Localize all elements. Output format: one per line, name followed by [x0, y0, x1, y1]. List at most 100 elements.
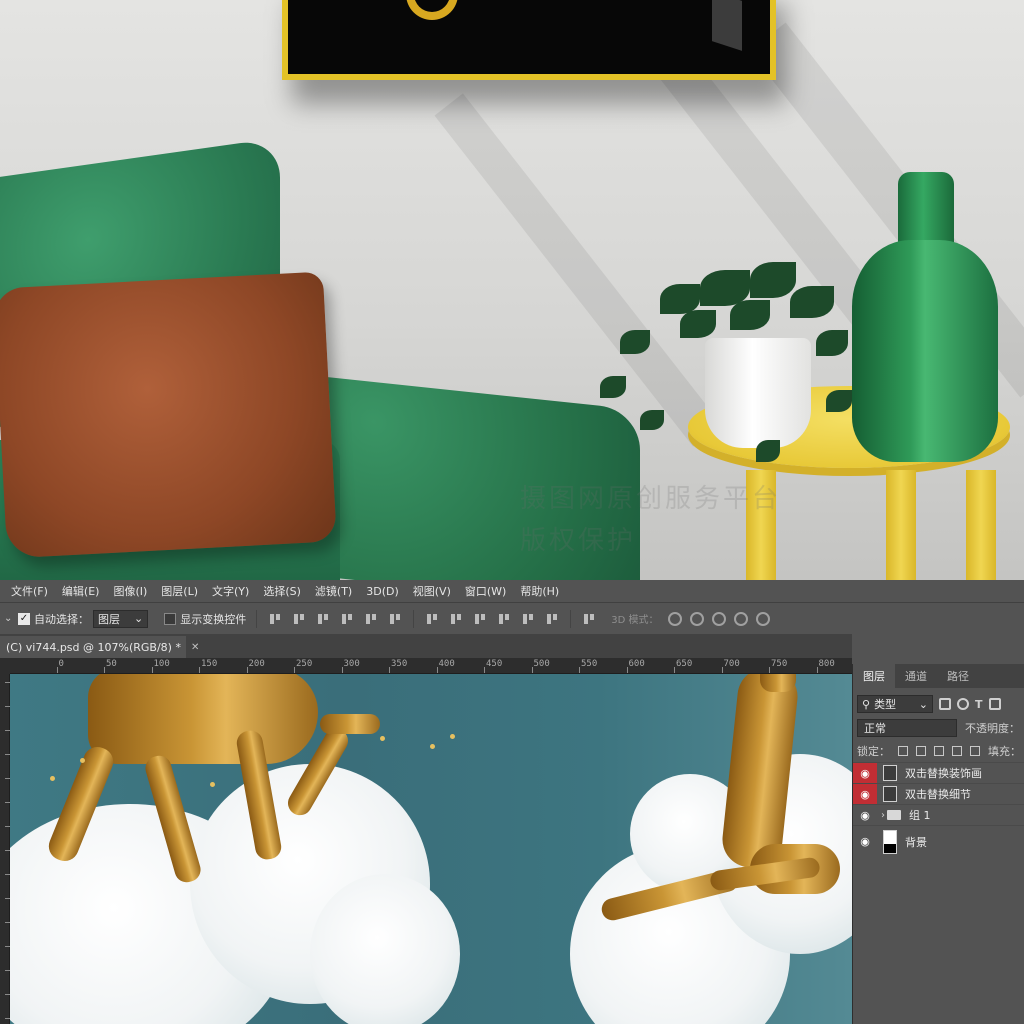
- ruler-tick: [199, 667, 200, 673]
- ruler-tick: [246, 667, 248, 673]
- ruler-tick-label: 250: [296, 659, 313, 669]
- watermark-text: 摄图网原创服务平台: [520, 484, 782, 514]
- filter-pixel-icon[interactable]: [939, 698, 951, 710]
- menu-file[interactable]: 文件(F): [4, 583, 55, 599]
- ruler-tick: [341, 667, 343, 673]
- eye-icon[interactable]: ◉: [853, 826, 877, 857]
- lock-transparency-icon[interactable]: [898, 746, 908, 756]
- 3d-orbit-icon[interactable]: [668, 611, 683, 626]
- align-hcenter-icon[interactable]: [364, 612, 378, 626]
- distribute-top-icon[interactable]: [425, 612, 439, 626]
- menu-filter[interactable]: 滤镜(T): [308, 583, 359, 599]
- background-thumbnail: [883, 829, 897, 854]
- lock-artboard-icon[interactable]: [952, 746, 962, 756]
- chevron-down-icon[interactable]: ⌄: [4, 613, 18, 624]
- ruler-tick-label: 200: [248, 659, 265, 669]
- search-icon: ⚲: [862, 697, 871, 711]
- chevron-down-icon: ⌄: [918, 697, 928, 711]
- horizontal-ruler[interactable]: 0 50 100 150 200 250 300 350 400 450 500 550 600 650 7…: [10, 658, 852, 674]
- lock-pixels-icon[interactable]: [916, 746, 926, 756]
- ruler-tick: [674, 667, 675, 673]
- ruler-tick-label: 700: [723, 659, 740, 669]
- divider: [570, 609, 572, 628]
- lock-position-icon[interactable]: [934, 746, 944, 756]
- layer-row[interactable]: ◉ 背景: [853, 825, 1024, 857]
- auto-select-value: 图层: [98, 612, 120, 626]
- 3d-pan-icon[interactable]: [712, 611, 727, 626]
- align-left-icon[interactable]: [340, 612, 354, 626]
- show-transform-checkbox[interactable]: [164, 612, 177, 625]
- menu-type[interactable]: 文字(Y): [205, 583, 256, 599]
- filter-type-icon[interactable]: T: [975, 698, 983, 711]
- distribute-hcenter-icon[interactable]: [521, 612, 535, 626]
- 3d-slide-icon[interactable]: [734, 611, 749, 626]
- lock-row: 锁定： 填充：: [853, 740, 1024, 762]
- frame-artwork-shape: [712, 0, 742, 51]
- ruler-tick: [579, 667, 580, 673]
- gold-sparkle: [50, 776, 55, 781]
- menu-select[interactable]: 选择(S): [256, 583, 308, 599]
- lock-all-icon[interactable]: [970, 746, 980, 756]
- eye-icon[interactable]: ◉: [853, 805, 877, 825]
- align-vcenter-icon[interactable]: [292, 612, 306, 626]
- menu-edit[interactable]: 编辑(E): [55, 583, 107, 599]
- align-top-icon[interactable]: [268, 612, 282, 626]
- layer-name: 双击替换细节: [905, 788, 971, 801]
- tab-channels[interactable]: 通道: [895, 664, 937, 688]
- distribute-bottom-icon[interactable]: [473, 612, 487, 626]
- tab-paths[interactable]: 路径: [937, 664, 979, 688]
- eye-icon[interactable]: ◉: [853, 784, 877, 804]
- tab-layers[interactable]: 图层: [853, 664, 895, 688]
- filter-shape-icon[interactable]: [988, 698, 1001, 710]
- menu-view[interactable]: 视图(V): [406, 583, 458, 599]
- vertical-ruler[interactable]: [0, 674, 10, 1024]
- blend-mode-dropdown[interactable]: 正常: [857, 719, 957, 737]
- layer-row[interactable]: ◉ 双击替换细节: [853, 783, 1024, 804]
- ruler-tick: [436, 667, 438, 673]
- ruler-tick-label: 600: [628, 659, 645, 669]
- side-table-leg: [966, 470, 996, 580]
- auto-select-dropdown[interactable]: 图层 ⌄: [93, 609, 149, 628]
- layer-row[interactable]: ◉ 双击替换装饰画: [853, 762, 1024, 783]
- side-table-leg: [886, 470, 916, 580]
- layer-filter-dropdown[interactable]: ⚲ 类型 ⌄: [857, 695, 933, 713]
- chevron-right-icon[interactable]: ›: [881, 810, 885, 821]
- filter-adjustment-icon[interactable]: [957, 698, 969, 710]
- align-bottom-icon[interactable]: [316, 612, 330, 626]
- plant-pot: [705, 338, 811, 448]
- gold-sparkle: [210, 782, 215, 787]
- menu-help[interactable]: 帮助(H): [513, 583, 566, 599]
- ruler-tick: [531, 667, 533, 673]
- ruler-tick: [389, 667, 390, 673]
- ruler-tick: [721, 667, 723, 673]
- menu-window[interactable]: 窗口(W): [458, 583, 513, 599]
- layer-filter-value: 类型: [874, 698, 897, 711]
- watermark-text: 版权保护: [520, 526, 637, 556]
- distribute-vcenter-icon[interactable]: [449, 612, 463, 626]
- wall-frame: [282, 0, 776, 80]
- document-canvas[interactable]: [10, 674, 852, 1024]
- 3d-scale-icon[interactable]: [756, 611, 771, 626]
- align-right-icon[interactable]: [388, 612, 402, 626]
- folder-icon: [887, 810, 901, 820]
- eye-icon[interactable]: ◉: [853, 763, 877, 783]
- layer-name: 双击替换装饰画: [905, 767, 982, 780]
- distribute-right-icon[interactable]: [545, 612, 559, 626]
- document-tab-title: (C) vi744.psd @ 107%(RGB/8) *: [6, 640, 181, 654]
- opacity-label: 不透明度：: [965, 722, 1020, 735]
- distribute-left-icon[interactable]: [497, 612, 511, 626]
- 3d-roll-icon[interactable]: [690, 611, 705, 626]
- smart-object-thumbnail: [883, 786, 897, 802]
- close-icon[interactable]: ✕: [191, 642, 199, 653]
- layer-row[interactable]: ◉ › 组 1: [853, 804, 1024, 825]
- blend-row: 正常 不透明度：: [853, 716, 1024, 740]
- menu-layer[interactable]: 图层(L): [154, 583, 205, 599]
- document-tab[interactable]: (C) vi744.psd @ 107%(RGB/8) * ✕: [0, 636, 199, 658]
- auto-align-icon[interactable]: [582, 612, 596, 626]
- ruler-tick-label: 350: [391, 659, 408, 669]
- auto-select-checkbox[interactable]: ✓: [18, 612, 30, 625]
- ruler-tick-label: 550: [581, 659, 598, 669]
- blend-mode-value: 正常: [864, 722, 886, 735]
- menu-image[interactable]: 图像(I): [106, 583, 154, 599]
- menu-3d[interactable]: 3D(D): [359, 585, 406, 598]
